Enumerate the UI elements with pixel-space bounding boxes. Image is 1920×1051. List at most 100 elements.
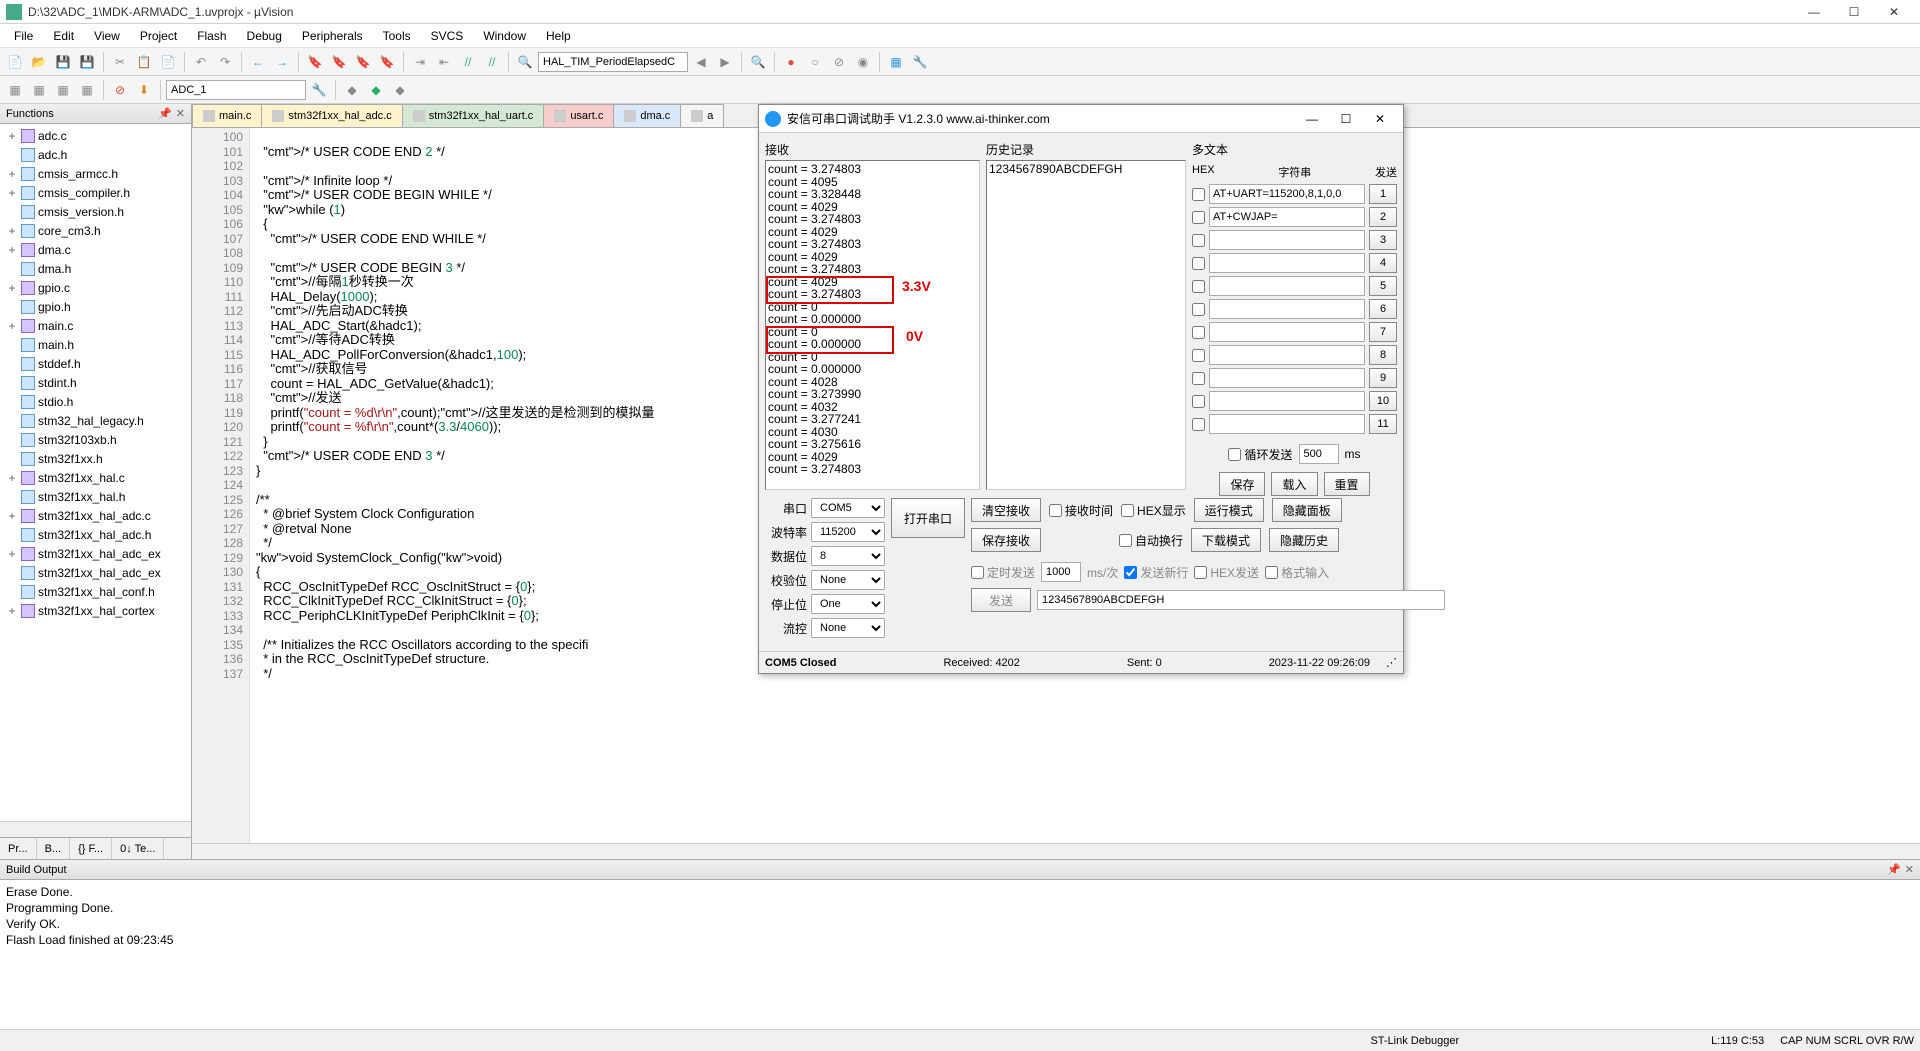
editor-hscroll[interactable]: [192, 843, 1920, 859]
tree-item[interactable]: gpio.h: [2, 297, 189, 316]
tree-item[interactable]: +stm32f1xx_hal.c: [2, 468, 189, 487]
download-icon[interactable]: ⬇: [133, 79, 155, 101]
close-button[interactable]: ✕: [1874, 1, 1914, 23]
recv-textarea[interactable]: count = 3.274803 count = 4095 count = 3.…: [765, 160, 980, 490]
tree-item[interactable]: +cmsis_compiler.h: [2, 183, 189, 202]
multi-send-button[interactable]: 1: [1369, 184, 1397, 204]
nav-forward-icon[interactable]: →: [271, 51, 293, 73]
timed-send-interval[interactable]: [1041, 562, 1081, 582]
editor-tab[interactable]: a: [680, 104, 724, 127]
rebuild-icon[interactable]: ▦: [52, 79, 74, 101]
find-next-icon[interactable]: ▶: [714, 51, 736, 73]
hex-display-checkbox[interactable]: HEX显示: [1121, 502, 1186, 519]
send-button[interactable]: 发送: [971, 588, 1031, 612]
multi-send-button[interactable]: 11: [1369, 414, 1397, 434]
multi-hex-checkbox[interactable]: [1192, 211, 1205, 224]
port-select[interactable]: COM5: [811, 498, 885, 518]
minimize-button[interactable]: —: [1794, 1, 1834, 23]
editor-tab[interactable]: stm32f1xx_hal_uart.c: [402, 104, 545, 127]
comment-icon[interactable]: //: [457, 51, 479, 73]
debug-start-icon[interactable]: 🔍: [747, 51, 769, 73]
timed-send-checkbox[interactable]: 定时发送: [971, 564, 1035, 581]
menu-file[interactable]: File: [4, 26, 43, 46]
tree-item[interactable]: stm32f1xx.h: [2, 449, 189, 468]
breakpoint-kill-icon[interactable]: ⊘: [828, 51, 850, 73]
serial-maximize-button[interactable]: ☐: [1329, 107, 1363, 131]
multi-hex-checkbox[interactable]: [1192, 349, 1205, 362]
tab-functions[interactable]: {} F...: [70, 838, 112, 859]
bookmark-icon[interactable]: 🔖: [304, 51, 326, 73]
menu-peripherals[interactable]: Peripherals: [292, 26, 373, 46]
indent-icon[interactable]: ⇥: [409, 51, 431, 73]
multi-send-button[interactable]: 6: [1369, 299, 1397, 319]
multi-send-button[interactable]: 2: [1369, 207, 1397, 227]
multi-text-input[interactable]: [1209, 299, 1365, 319]
tree-item[interactable]: stdint.h: [2, 373, 189, 392]
manage-packs-icon[interactable]: ◆: [365, 79, 387, 101]
functions-hscroll[interactable]: [0, 821, 191, 837]
multi-text-input[interactable]: [1209, 322, 1365, 342]
breakpoint-all-icon[interactable]: ◉: [852, 51, 874, 73]
copy-icon[interactable]: 📋: [133, 51, 155, 73]
maximize-button[interactable]: ☐: [1834, 1, 1874, 23]
panel-pin-icon[interactable]: 📌: [158, 107, 172, 120]
tree-item[interactable]: dma.h: [2, 259, 189, 278]
tab-templates[interactable]: 0↓ Te...: [112, 838, 164, 859]
batch-build-icon[interactable]: ▦: [76, 79, 98, 101]
redo-icon[interactable]: ↷: [214, 51, 236, 73]
serial-close-button[interactable]: ✕: [1363, 107, 1397, 131]
menu-window[interactable]: Window: [473, 26, 536, 46]
stop-build-icon[interactable]: ⊘: [109, 79, 131, 101]
loop-send-checkbox[interactable]: 循环发送: [1228, 446, 1292, 463]
serial-resize-grip-icon[interactable]: ⋰: [1386, 656, 1397, 669]
cut-icon[interactable]: ✂: [109, 51, 131, 73]
configure-icon[interactable]: 🔧: [909, 51, 931, 73]
tree-item[interactable]: adc.h: [2, 145, 189, 164]
bookmark-prev-icon[interactable]: 🔖: [328, 51, 350, 73]
tree-item[interactable]: stm32f1xx_hal_adc.h: [2, 525, 189, 544]
multi-text-input[interactable]: [1209, 368, 1365, 388]
editor-tab[interactable]: stm32f1xx_hal_adc.c: [261, 104, 402, 127]
serial-minimize-button[interactable]: —: [1295, 107, 1329, 131]
target-combo[interactable]: [166, 80, 306, 100]
select-packs-icon[interactable]: ◆: [389, 79, 411, 101]
functions-tree[interactable]: +adc.cadc.h+cmsis_armcc.h+cmsis_compiler…: [0, 124, 191, 821]
tree-item[interactable]: cmsis_version.h: [2, 202, 189, 221]
multi-hex-checkbox[interactable]: [1192, 418, 1205, 431]
open-port-button[interactable]: 打开串口: [891, 498, 965, 538]
multi-text-input[interactable]: [1209, 391, 1365, 411]
undo-icon[interactable]: ↶: [190, 51, 212, 73]
panel-close-icon[interactable]: ✕: [176, 107, 185, 120]
tree-item[interactable]: stddef.h: [2, 354, 189, 373]
tree-item[interactable]: +core_cm3.h: [2, 221, 189, 240]
save-recv-button[interactable]: 保存接收: [971, 528, 1041, 552]
multi-hex-checkbox[interactable]: [1192, 234, 1205, 247]
multi-send-button[interactable]: 9: [1369, 368, 1397, 388]
tree-item[interactable]: +stm32f1xx_hal_adc.c: [2, 506, 189, 525]
baud-select[interactable]: 115200: [811, 522, 885, 542]
tab-project[interactable]: Pr...: [0, 838, 37, 859]
tree-item[interactable]: main.h: [2, 335, 189, 354]
multi-hex-checkbox[interactable]: [1192, 257, 1205, 270]
multi-text-input[interactable]: [1209, 345, 1365, 365]
find-prev-icon[interactable]: ◀: [690, 51, 712, 73]
multi-send-button[interactable]: 3: [1369, 230, 1397, 250]
multi-text-input[interactable]: [1209, 230, 1365, 250]
multi-text-input[interactable]: [1209, 414, 1365, 434]
breakpoint-disable-icon[interactable]: ○: [804, 51, 826, 73]
outdent-icon[interactable]: ⇤: [433, 51, 455, 73]
find-combo[interactable]: [538, 52, 688, 72]
tree-item[interactable]: stm32f1xx_hal.h: [2, 487, 189, 506]
send-newline-checkbox[interactable]: 发送新行: [1124, 564, 1188, 581]
multi-send-button[interactable]: 4: [1369, 253, 1397, 273]
menu-help[interactable]: Help: [536, 26, 581, 46]
editor-tab[interactable]: dma.c: [613, 104, 681, 127]
tree-item[interactable]: +dma.c: [2, 240, 189, 259]
multi-text-input[interactable]: [1209, 253, 1365, 273]
clear-recv-button[interactable]: 清空接收: [971, 498, 1041, 522]
tree-item[interactable]: +gpio.c: [2, 278, 189, 297]
multi-load-button[interactable]: 载入: [1271, 472, 1317, 496]
save-all-icon[interactable]: 💾: [76, 51, 98, 73]
multi-reset-button[interactable]: 重置: [1324, 472, 1370, 496]
tree-item[interactable]: stm32f1xx_hal_conf.h: [2, 582, 189, 601]
